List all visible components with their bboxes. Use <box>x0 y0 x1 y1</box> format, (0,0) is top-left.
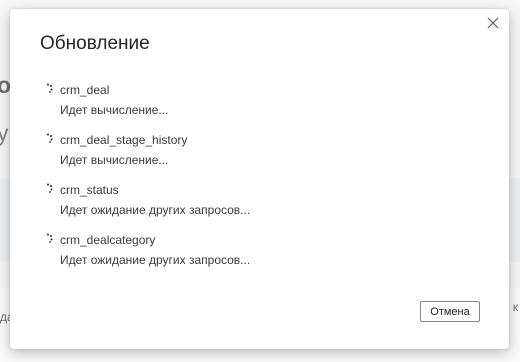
close-icon <box>487 17 499 29</box>
spinner-icon <box>47 133 53 143</box>
query-status: Идет вычисление... <box>60 153 169 167</box>
query-name: crm_status <box>60 183 119 197</box>
refresh-dialog: Обновление crm_deal Идет вычисление... c… <box>10 9 509 349</box>
query-name: crm_deal <box>60 83 110 97</box>
dialog-title: Обновление <box>40 33 150 54</box>
query-status: Идет ожидание других запросов... <box>60 203 251 217</box>
close-button[interactable] <box>483 13 503 33</box>
query-status: Идет вычисление... <box>60 103 169 117</box>
spinner-icon <box>47 233 53 243</box>
spinner-icon <box>47 83 53 93</box>
query-status: Идет ожидание других запросов... <box>60 253 251 267</box>
query-name: crm_dealcategory <box>60 233 156 247</box>
spinner-icon <box>47 183 53 193</box>
query-name: crm_deal_stage_history <box>60 133 188 147</box>
cancel-button[interactable]: Отмена <box>420 301 480 322</box>
